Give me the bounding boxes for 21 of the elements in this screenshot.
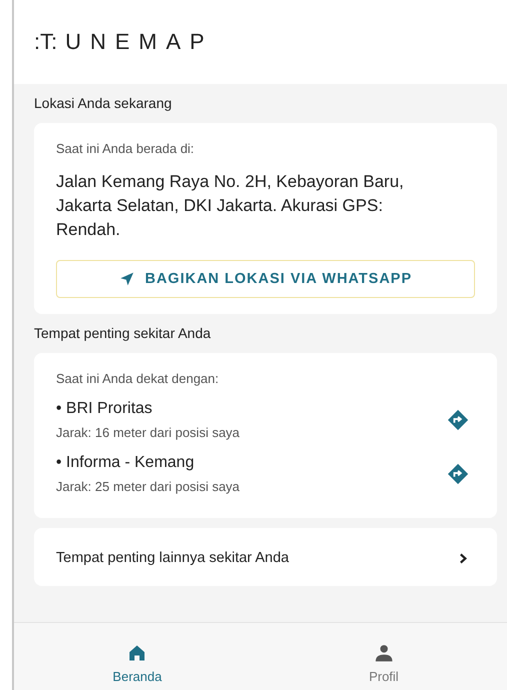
logo-text: UNEMAP [65,29,214,55]
more-places-link[interactable]: Tempat penting lainnya sekitar Anda [34,528,497,586]
place-distance: Jarak: 25 meter dari posisi saya [56,479,240,494]
share-location-button[interactable]: BAGIKAN LOKASI VIA WHATSAPP [56,260,475,298]
address-text: Jalan Kemang Raya No. 2H, Kebayoran Baru, Jakarta Selatan, DKI Jakarta. Akurasi GPS: Rendah. [56,171,405,241]
section-title: Tempat penting sekitar Anda [34,324,212,343]
directions-icon[interactable] [447,409,469,431]
intro-text: Saat ini Anda dekat dengan: [56,371,220,386]
place-name: • BRI Proritas [56,400,154,418]
directions-icon[interactable] [447,463,469,485]
send-icon [118,271,135,287]
nav-tab[interactable]: Beranda [14,623,260,690]
person-icon [374,643,394,663]
place-name: • Informa - Kemang [56,454,196,472]
place-distance: Jarak: 16 meter dari posisi saya [56,425,240,440]
home-icon [127,643,148,663]
logo-mark: :T: [34,29,58,55]
chevron-right-icon [458,552,469,564]
nav-tab[interactable]: Profil [260,623,507,690]
intro-text: Saat ini Anda berada di: [56,141,196,156]
section-title: Lokasi Anda sekarang [34,94,173,113]
